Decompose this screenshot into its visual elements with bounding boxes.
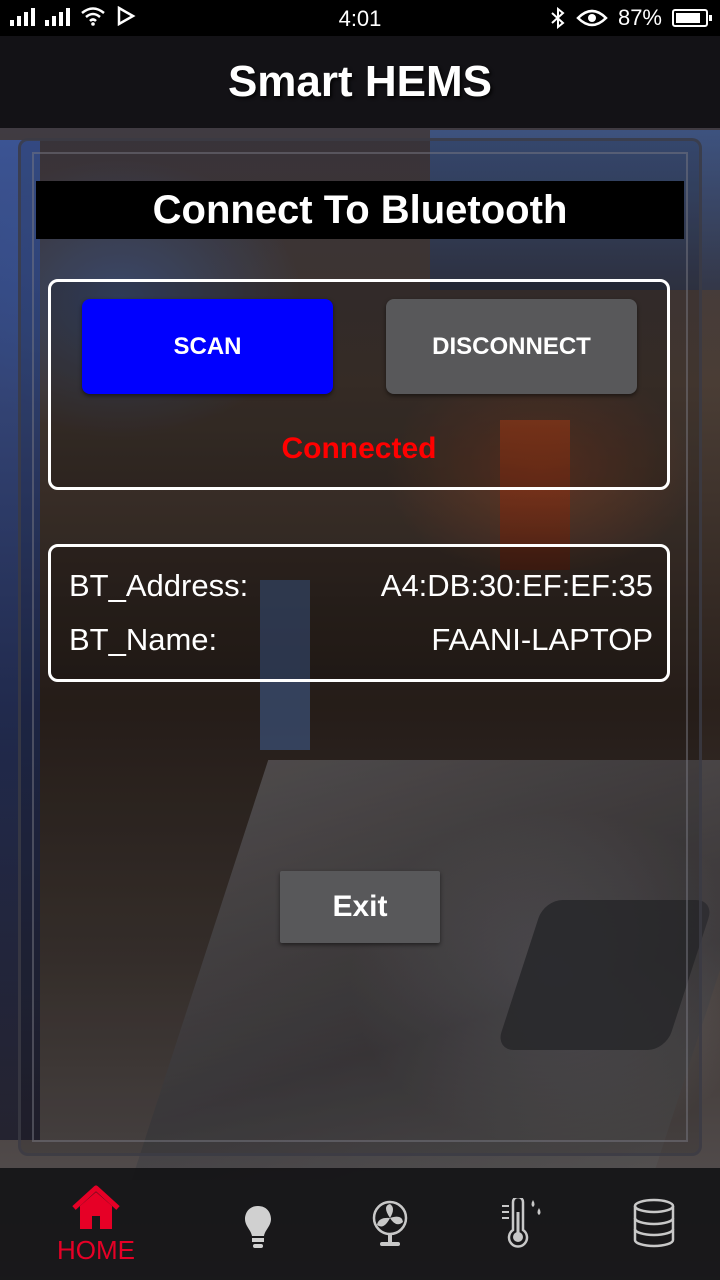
app-title: Smart HEMS bbox=[227, 57, 493, 106]
section-title: Connect To Bluetooth bbox=[36, 181, 684, 239]
eye-icon bbox=[576, 9, 608, 27]
bt-address-label: BT_Address: bbox=[69, 568, 249, 603]
bt-name-label: BT_Name: bbox=[69, 622, 218, 657]
lightbulb-icon bbox=[245, 1206, 271, 1248]
nav-fan[interactable] bbox=[318, 1168, 462, 1280]
nav-database[interactable] bbox=[582, 1168, 720, 1280]
battery-icon bbox=[672, 9, 712, 27]
bt-name-value: FAANI-LAPTOP bbox=[431, 622, 653, 657]
nav-home[interactable]: HOME bbox=[24, 1168, 168, 1280]
battery-percent: 87% bbox=[617, 5, 662, 30]
connection-status: Connected bbox=[281, 432, 437, 465]
thermometer-icon bbox=[502, 1198, 541, 1248]
nav-temperature[interactable] bbox=[450, 1168, 594, 1280]
device-info-panel bbox=[48, 544, 670, 682]
bottom-navigation: HOME bbox=[0, 1168, 720, 1280]
exit-button[interactable]: Exit bbox=[280, 871, 440, 943]
scan-button[interactable]: SCAN bbox=[82, 299, 333, 394]
home-icon bbox=[72, 1185, 120, 1229]
fan-icon bbox=[372, 1200, 408, 1246]
status-bar: 4:01 87% bbox=[0, 0, 720, 36]
database-icon bbox=[633, 1198, 675, 1248]
bt-address-value: A4:DB:30:EF:EF:35 bbox=[380, 568, 653, 603]
app-header: Smart HEMS bbox=[0, 36, 720, 128]
nav-home-label: HOME bbox=[57, 1235, 135, 1265]
nav-lights[interactable] bbox=[186, 1168, 330, 1280]
disconnect-button[interactable]: DISCONNECT bbox=[386, 299, 637, 394]
bluetooth-icon bbox=[551, 7, 565, 29]
